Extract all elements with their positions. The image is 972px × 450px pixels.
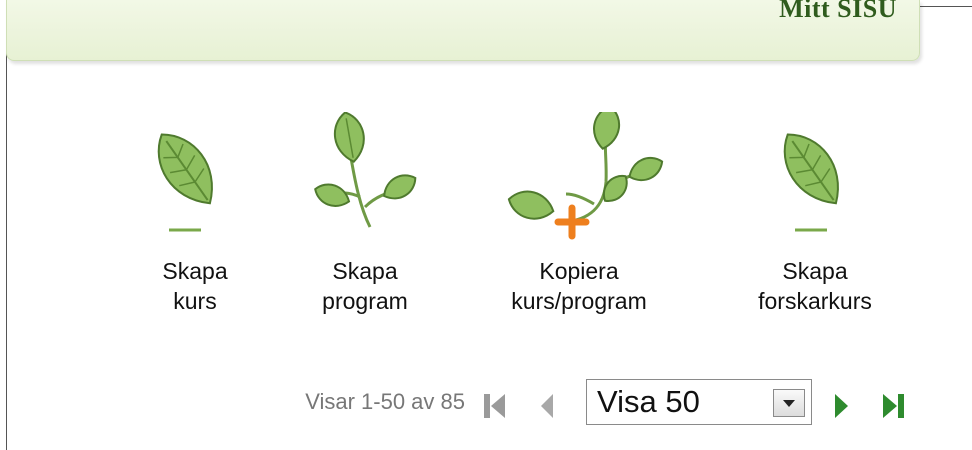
pagination-info: Visar 1-50 av 85 bbox=[305, 389, 465, 414]
page-title: Mitt SISU bbox=[779, 0, 897, 23]
pagination-bar: Visar 1-50 av 85 Visa 50 bbox=[200, 372, 920, 432]
copy-course-program-label: Kopiera kurs/program bbox=[511, 258, 647, 314]
last-page-icon[interactable] bbox=[881, 392, 907, 425]
header-panel: Mitt SISU bbox=[6, 0, 920, 61]
copy-course-program-button[interactable]: Kopiera kurs/program bbox=[484, 112, 674, 316]
leaf-branch-plus-icon bbox=[484, 112, 674, 242]
page-size-select[interactable]: Visa 50 bbox=[586, 379, 812, 425]
previous-page-icon[interactable] bbox=[538, 392, 556, 425]
create-course-button[interactable]: Skapa kurs bbox=[145, 112, 245, 316]
page-size-value: Visa 50 bbox=[597, 384, 700, 419]
leaf-branch-icon bbox=[300, 112, 430, 242]
leaf-icon bbox=[145, 112, 245, 242]
create-course-label: Skapa kurs bbox=[162, 258, 228, 314]
create-research-course-label: Skapa forskarkurs bbox=[758, 258, 872, 314]
next-page-icon[interactable] bbox=[832, 392, 850, 425]
first-page-icon[interactable] bbox=[483, 392, 507, 425]
create-research-course-button[interactable]: Skapa forskarkurs bbox=[735, 112, 895, 316]
chevron-down-icon[interactable] bbox=[773, 389, 805, 417]
create-program-button[interactable]: Skapa program bbox=[300, 112, 430, 316]
leaf-icon bbox=[735, 112, 895, 242]
create-program-label: Skapa program bbox=[322, 258, 408, 314]
